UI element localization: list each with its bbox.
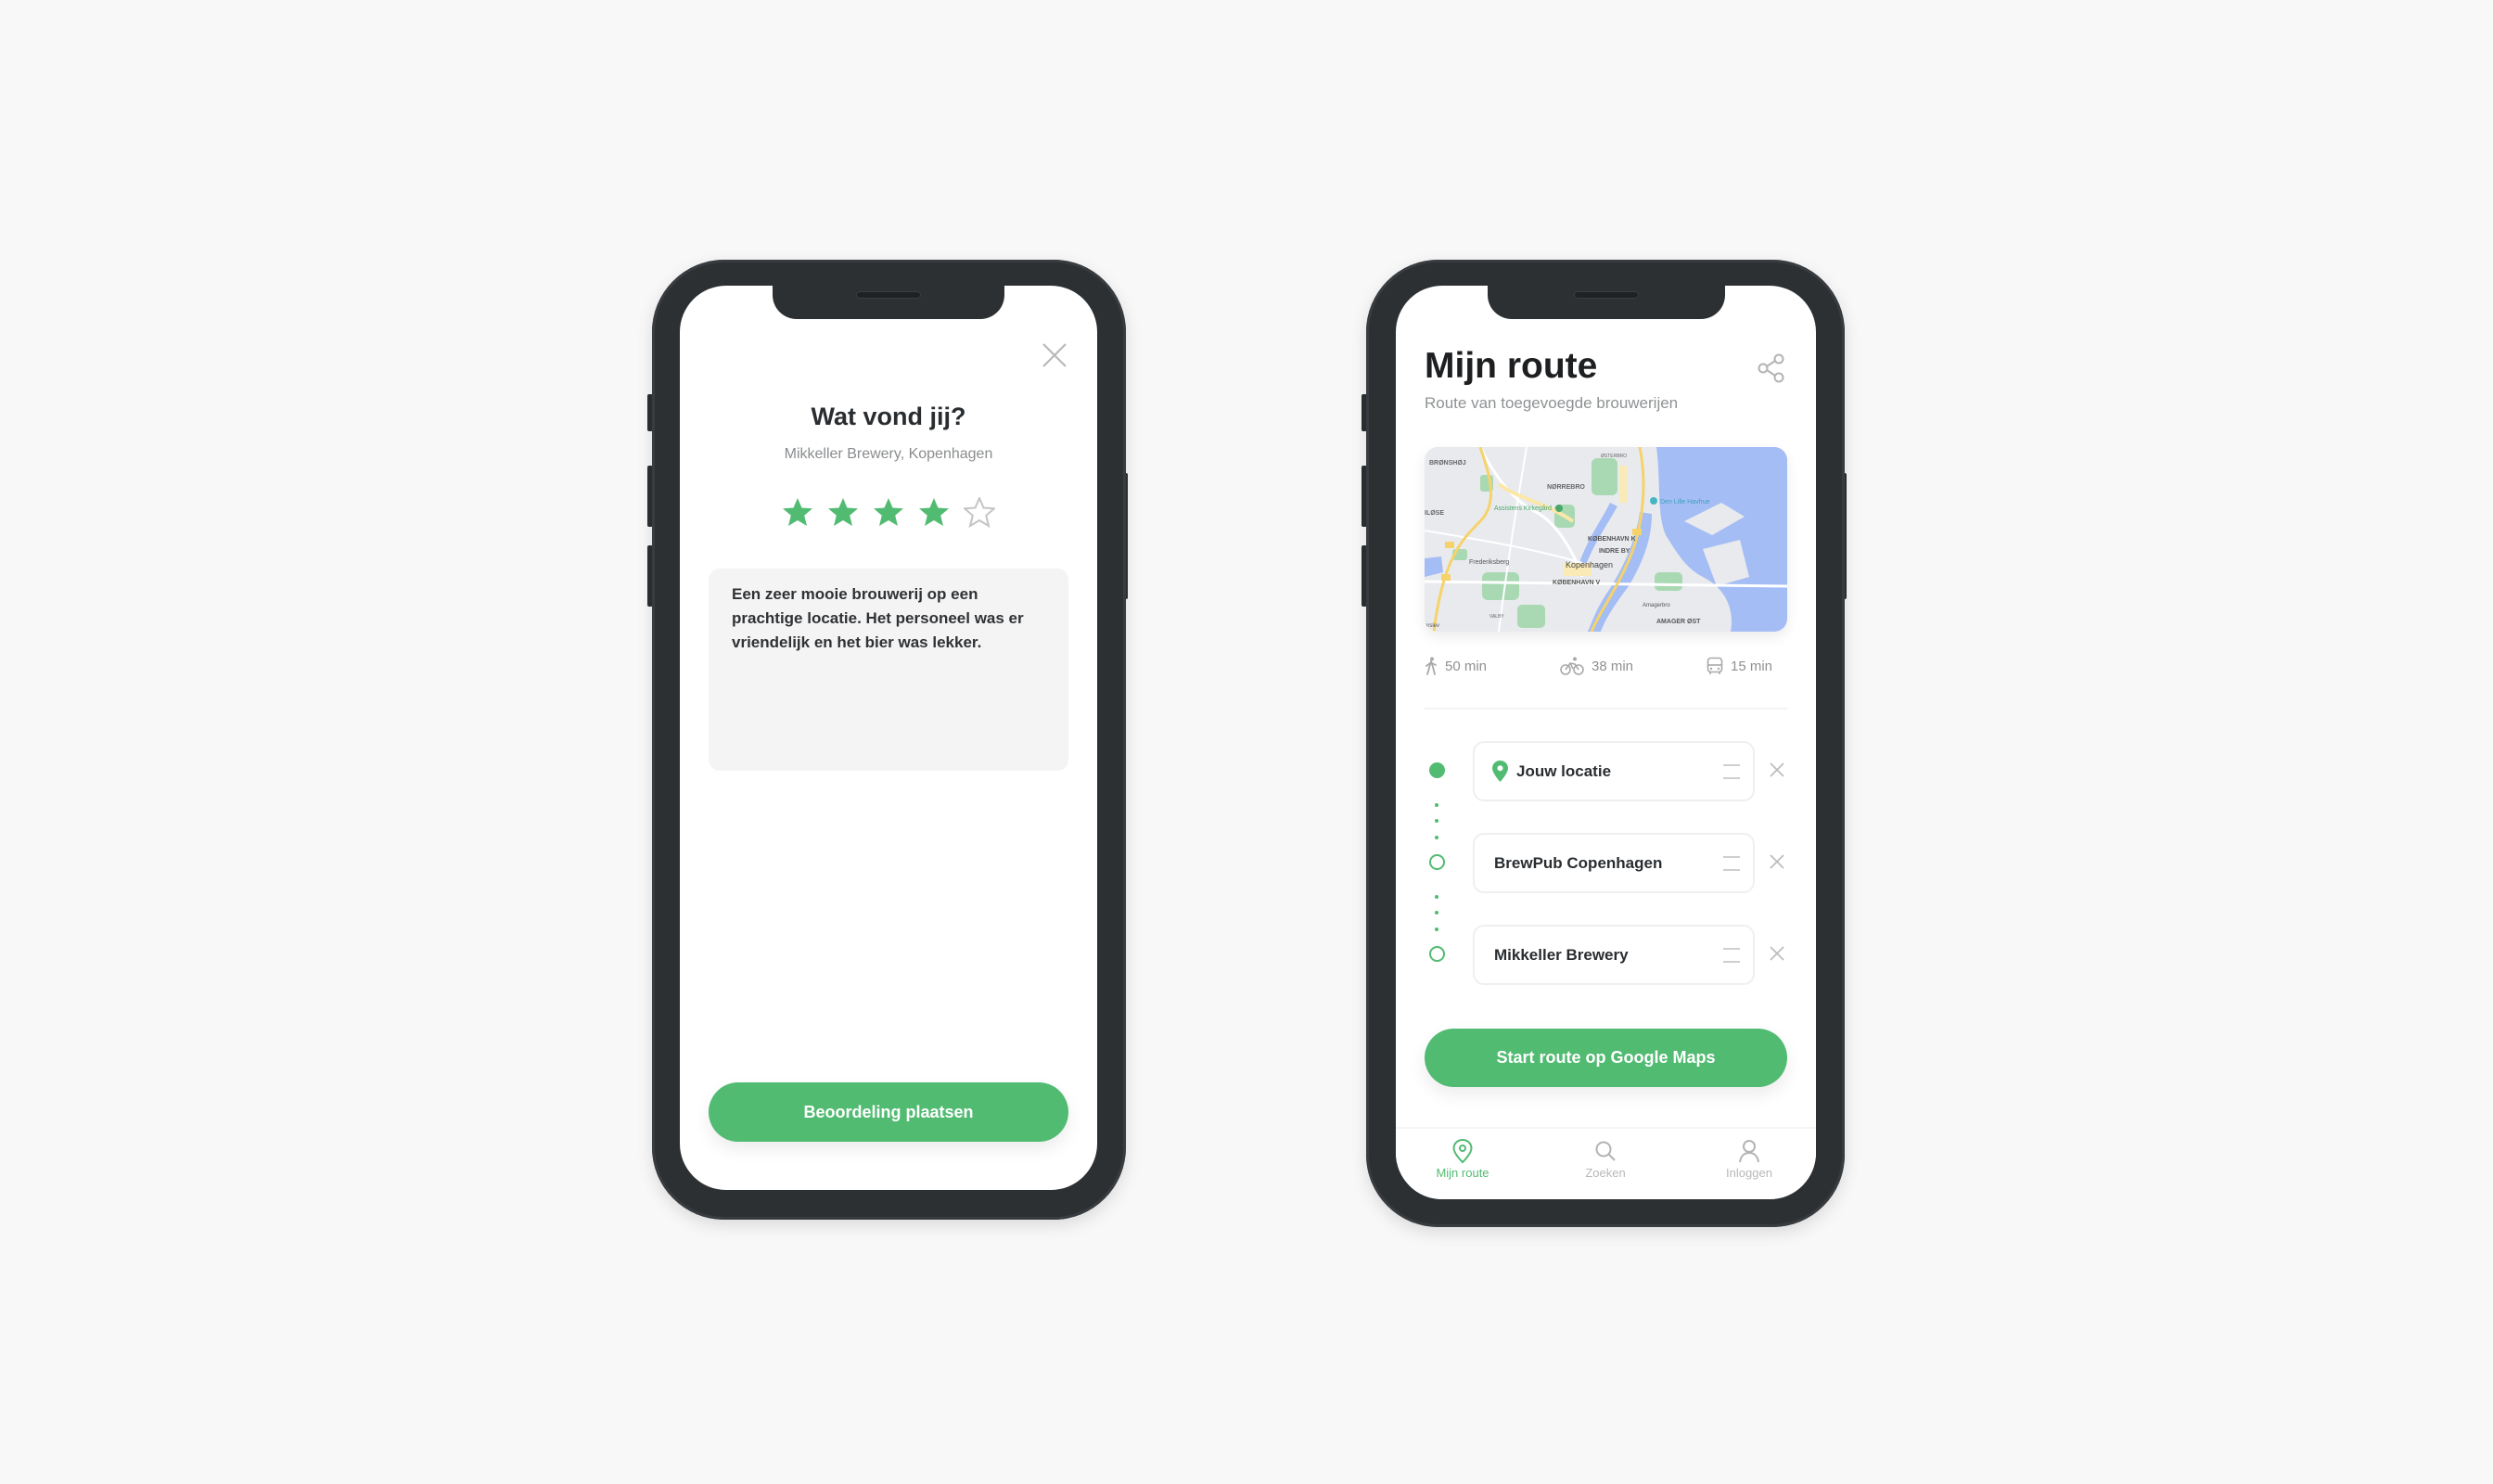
tab-label: Zoeken (1585, 1166, 1626, 1180)
map-label: AMAGER ØST (1656, 619, 1701, 625)
map-label: BRØNSHØJ (1429, 460, 1466, 467)
review-title: Wat vond jij? (811, 403, 966, 430)
walking-time-label: 50 min (1445, 658, 1488, 674)
location-pin-icon (1492, 761, 1508, 782)
star-filled-icon[interactable] (827, 497, 859, 528)
star-filled-icon[interactable] (918, 497, 950, 528)
map-label: VALBY (1489, 614, 1504, 620)
map-label: KØBENHAVN K (1588, 536, 1636, 543)
map-label: KØBENHAVN V (1553, 580, 1601, 586)
timeline-stop-dot (1429, 854, 1445, 870)
drag-handle-icon[interactable] (1723, 948, 1740, 963)
timeline-stop-dot (1429, 946, 1445, 962)
timeline-connector-dot (1435, 895, 1438, 899)
map-label: ILØSE (1425, 510, 1444, 517)
search-icon (1595, 1141, 1616, 1161)
remove-stop-icon[interactable] (1769, 945, 1785, 962)
map-label: INDRE BY (1599, 548, 1630, 555)
review-line: Een zeer mooie brouwerij op een (732, 585, 978, 603)
map-label: Kopenhagen (1566, 560, 1613, 569)
walking-icon (1425, 657, 1437, 675)
tab-label: Mijn route (1436, 1166, 1489, 1180)
phone-frame-route: Mijn route Route van toegevoegde brouwer… (1366, 260, 1845, 1227)
star-filled-icon[interactable] (873, 497, 904, 528)
stop-card-mikkeller[interactable]: Mikkeller Brewery (1473, 925, 1755, 985)
timeline-connector-dot (1435, 803, 1438, 807)
timeline-connector-dot (1435, 836, 1438, 839)
walking-time: 50 min (1425, 657, 1487, 675)
tab-zoeken[interactable]: Zoeken (1550, 1138, 1661, 1180)
stop-label: BrewPub Copenhagen (1494, 853, 1663, 872)
map-label: NØRREBRO (1547, 484, 1585, 491)
share-icon[interactable] (1757, 352, 1786, 384)
route-screen: Mijn route Route van toegevoegde brouwer… (1396, 286, 1816, 1199)
speaker (1574, 291, 1639, 299)
close-icon[interactable] (1041, 341, 1068, 369)
transit-time: 15 min (1707, 657, 1772, 675)
review-line: prachtige locatie. Het personeel was er (732, 609, 1024, 627)
map-label: Amagerbro (1643, 603, 1670, 608)
bus-icon (1707, 657, 1723, 674)
bike-time: 38 min (1560, 657, 1633, 675)
tab-label: Inloggen (1726, 1166, 1772, 1180)
transit-time-label: 15 min (1731, 658, 1773, 674)
map-label: Frederiksberg (1469, 559, 1509, 566)
star-empty-icon[interactable] (964, 497, 995, 528)
notch (1488, 286, 1725, 319)
map-label: erslev (1425, 623, 1439, 629)
notch (773, 286, 1004, 319)
divider (1425, 708, 1787, 710)
review-line: vriendelijk en het bier was lekker. (732, 633, 982, 651)
user-icon (1739, 1140, 1759, 1163)
brewery-subtitle: Mikkeller Brewery, Kopenhagen (784, 446, 993, 462)
submit-review-button[interactable]: Beoordeling plaatsen (709, 1082, 1068, 1142)
bike-time-label: 38 min (1592, 658, 1634, 674)
map-label: Assistens Kirkegård (1494, 505, 1552, 512)
bottom-tab-bar: Mijn route Zoeken Inloggen (1396, 1127, 1816, 1199)
drag-handle-icon[interactable] (1723, 764, 1740, 779)
park-marker (1555, 505, 1563, 512)
stop-label: Jouw locatie (1516, 761, 1612, 780)
drag-handle-icon[interactable] (1723, 856, 1740, 871)
stop-card-brewpub[interactable]: BrewPub Copenhagen (1473, 833, 1755, 893)
route-map[interactable]: BRØNSHØJ ØSTERBRO NØRREBRO Assistens Kir… (1425, 447, 1787, 632)
review-screen: Wat vond jij? Mikkeller Brewery, Kopenha… (680, 286, 1097, 1190)
remove-stop-icon[interactable] (1769, 853, 1785, 870)
timeline-connector-dot (1435, 819, 1438, 823)
map-label: Den Lille Havfrue (1660, 499, 1710, 505)
stop-label: Mikkeller Brewery (1494, 945, 1629, 964)
map-pin-icon (1452, 1138, 1473, 1164)
timeline-connector-dot (1435, 911, 1438, 915)
star-filled-icon[interactable] (782, 497, 813, 528)
bicycle-icon (1560, 657, 1584, 675)
timeline-connector-dot (1435, 928, 1438, 931)
start-route-button[interactable]: Start route op Google Maps (1425, 1029, 1787, 1087)
landmark-marker (1650, 497, 1657, 505)
page-title: Mijn route (1425, 346, 1598, 386)
review-text: Een zeer mooie brouwerij op een prachtig… (732, 582, 1056, 655)
remove-stop-icon[interactable] (1769, 761, 1785, 778)
review-textarea[interactable]: Een zeer mooie brouwerij op een prachtig… (709, 569, 1068, 771)
map-label: ØSTERBRO (1601, 454, 1627, 459)
tab-mijn-route[interactable]: Mijn route (1407, 1138, 1518, 1180)
tab-inloggen[interactable]: Inloggen (1694, 1138, 1805, 1180)
speaker (856, 291, 921, 299)
map-graphic: BRØNSHØJ ØSTERBRO NØRREBRO Assistens Kir… (1425, 447, 1787, 632)
page-subtitle: Route van toegevoegde brouwerijen (1425, 394, 1679, 412)
stop-card-current-location[interactable]: Jouw locatie (1473, 741, 1755, 801)
timeline-current-dot (1429, 762, 1445, 778)
phone-frame-review: Wat vond jij? Mikkeller Brewery, Kopenha… (652, 260, 1126, 1220)
star-rating[interactable] (782, 497, 995, 528)
